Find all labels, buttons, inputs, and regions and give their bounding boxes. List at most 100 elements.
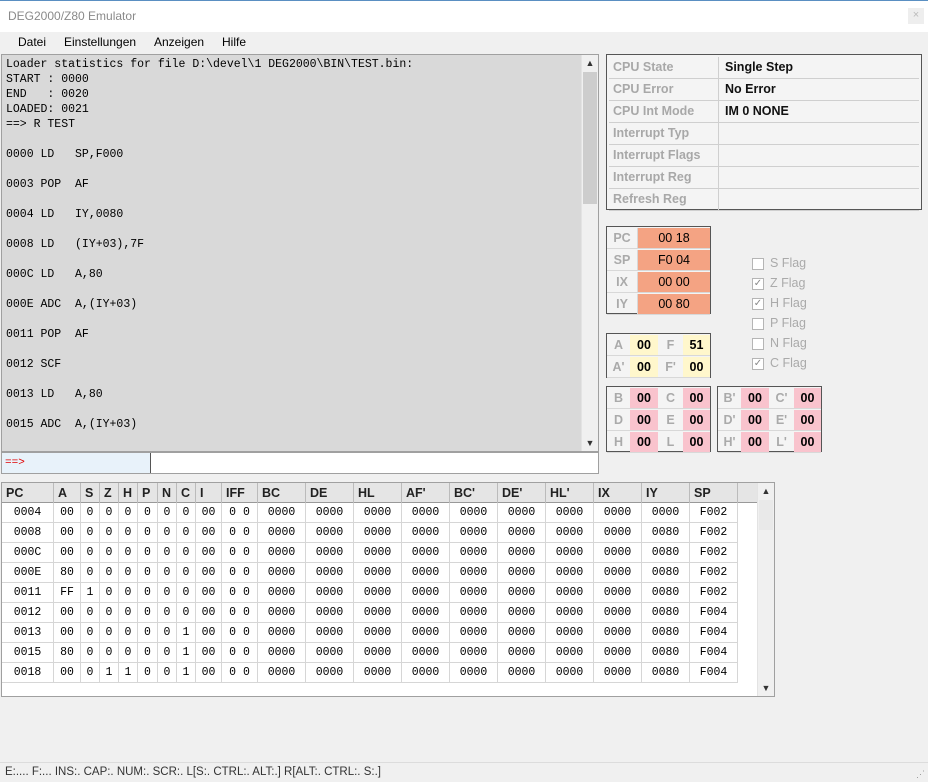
column-header[interactable]: I (196, 483, 222, 503)
table-row[interactable]: 000E 80 0 0 0 0 0 0 00 0 0 0000 0000 0000 0000 0000 000… (2, 563, 760, 583)
menu-datei[interactable]: Datei (18, 35, 46, 49)
scroll-thumb[interactable] (583, 72, 597, 204)
scroll-down-icon[interactable]: ▼ (758, 680, 774, 696)
column-header[interactable]: SP (690, 483, 738, 503)
table-row[interactable]: 0015 80 0 0 0 0 0 1 00 0 0 0000 0000 0000 0000 0000 000… (2, 643, 760, 663)
table-cell: 0000 (258, 543, 306, 563)
table-cell: 0 (158, 543, 177, 563)
command-prompt[interactable]: ==> (2, 453, 151, 473)
column-header[interactable]: PC (2, 483, 54, 503)
table-cell: 000C (2, 543, 54, 563)
checkbox-empty-icon[interactable] (752, 338, 764, 350)
table-cell: 000E (2, 563, 54, 583)
alt-registers: B' 00 C' 00 D' 00 E' 00 H' 00 L' 00 (717, 386, 822, 453)
trace-table[interactable]: PC A S Z H P N C I IFF BC DE HL AF' BC' DE' HL' IX IY SP 00… (1, 482, 775, 697)
column-header[interactable]: A (54, 483, 81, 503)
table-row[interactable]: 000C 00 0 0 0 0 0 0 00 0 0 0000 0000 0000 0000 0000 000… (2, 543, 760, 563)
register-label: L (658, 432, 683, 453)
table-cell: 0000 (594, 523, 642, 543)
column-header[interactable]: Z (100, 483, 119, 503)
table-cell: 0 (138, 583, 158, 603)
table-cell: 0000 (258, 663, 306, 683)
table-cell: 0000 (354, 583, 402, 603)
table-row[interactable]: 0008 00 0 0 0 0 0 0 00 0 0 0000 0000 0000 0000 0000 000… (2, 523, 760, 543)
menu-einstellungen[interactable]: Einstellungen (64, 35, 136, 49)
column-header[interactable]: H (119, 483, 138, 503)
table-cell: 0 (100, 643, 119, 663)
cpu-state-row: CPU State Single Step (609, 57, 919, 79)
flag-checkbox[interactable]: S Flag (752, 256, 852, 272)
flag-checkbox[interactable]: P Flag (752, 316, 852, 332)
status-text: E:.... F:... INS:. CAP:. NUM:. SCR:. L[S… (5, 766, 381, 778)
menu-hilfe[interactable]: Hilfe (222, 35, 246, 49)
column-header[interactable]: BC' (450, 483, 498, 503)
checkbox-empty-icon[interactable] (752, 258, 764, 270)
table-cell: 00 (196, 663, 222, 683)
column-header[interactable]: N (158, 483, 177, 503)
cpu-state-label: Interrupt Reg (609, 167, 719, 188)
column-header[interactable]: HL (354, 483, 402, 503)
column-header[interactable]: AF' (402, 483, 450, 503)
table-cell: 0000 (258, 563, 306, 583)
table-cell: 0 0 (222, 543, 258, 563)
scroll-thumb[interactable] (759, 500, 773, 530)
table-cell: 0 0 (222, 643, 258, 663)
table-cell: 0000 (498, 623, 546, 643)
checkbox-checked-icon[interactable]: ✓ (752, 278, 764, 290)
table-cell: 0000 (642, 503, 690, 523)
table-cell: 0000 (258, 603, 306, 623)
table-cell: 0000 (306, 563, 354, 583)
table-row[interactable]: 0018 00 0 1 1 0 0 1 00 0 0 0000 0000 0000 0000 0000 000… (2, 663, 760, 683)
flag-checkbox[interactable]: ✓ Z Flag (752, 276, 852, 292)
column-header[interactable]: C (177, 483, 196, 503)
table-row[interactable]: 0004 00 0 0 0 0 0 0 00 0 0 0000 0000 0000 0000 0000 000… (2, 503, 760, 523)
table-cell: 0 (100, 583, 119, 603)
column-header[interactable]: IFF (222, 483, 258, 503)
table-row[interactable]: 0013 00 0 0 0 0 0 1 00 0 0 0000 0000 0000 0000 0000 000… (2, 623, 760, 643)
console-output[interactable]: Loader statistics for file D:\devel\1 DE… (1, 54, 599, 452)
table-row[interactable]: 0011 FF 1 0 0 0 0 0 00 0 0 0000 0000 0000 0000 0000 000… (2, 583, 760, 603)
register-value: 00 (741, 388, 769, 409)
flag-checkbox[interactable]: ✓ C Flag (752, 356, 852, 372)
table-row[interactable]: 0012 00 0 0 0 0 0 0 00 0 0 0000 0000 0000 0000 0000 000… (2, 603, 760, 623)
table-cell: 0000 (498, 543, 546, 563)
table-cell: 00 (196, 563, 222, 583)
af-registers: A 00 F 51 A' 00 F' 00 (606, 333, 711, 378)
column-header[interactable]: S (81, 483, 100, 503)
checkbox-checked-icon[interactable]: ✓ (752, 298, 764, 310)
scroll-down-icon[interactable]: ▼ (582, 435, 598, 451)
table-cell: 0 (138, 563, 158, 583)
column-header[interactable]: IX (594, 483, 642, 503)
table-cell: 0000 (498, 643, 546, 663)
table-cell: 0000 (546, 643, 594, 663)
table-cell: 0000 (450, 623, 498, 643)
column-header[interactable]: P (138, 483, 158, 503)
column-header[interactable]: DE (306, 483, 354, 503)
scroll-up-icon[interactable]: ▲ (582, 55, 598, 71)
table-cell: 0013 (2, 623, 54, 643)
table-cell: 0 (119, 623, 138, 643)
command-input[interactable]: ==> (1, 452, 599, 474)
flag-label: C Flag (770, 356, 807, 370)
table-cell: 1 (177, 623, 196, 643)
column-header[interactable]: DE' (498, 483, 546, 503)
cpu-state-row: Interrupt Reg (609, 167, 919, 189)
table-cell: 0 (119, 643, 138, 663)
table-cell: 0 (119, 563, 138, 583)
column-header[interactable]: HL' (546, 483, 594, 503)
cpu-state-panel: CPU State Single Step CPU Error No Error CPU… (606, 54, 922, 211)
trace-scrollbar[interactable]: ▲ ▼ (757, 483, 774, 696)
menu-anzeigen[interactable]: Anzeigen (154, 35, 204, 49)
flag-checkbox[interactable]: N Flag (752, 336, 852, 352)
table-cell: 0 (100, 623, 119, 643)
checkbox-empty-icon[interactable] (752, 318, 764, 330)
column-header[interactable]: BC (258, 483, 306, 503)
checkbox-checked-icon[interactable]: ✓ (752, 358, 764, 370)
resize-grip-icon[interactable]: ⋰ (916, 769, 925, 780)
console-scrollbar[interactable]: ▲ ▼ (581, 55, 598, 451)
flag-checkbox[interactable]: ✓ H Flag (752, 296, 852, 312)
close-button[interactable]: × (908, 8, 924, 24)
column-header[interactable]: IY (642, 483, 690, 503)
table-cell: 0080 (642, 583, 690, 603)
scroll-up-icon[interactable]: ▲ (758, 483, 774, 499)
